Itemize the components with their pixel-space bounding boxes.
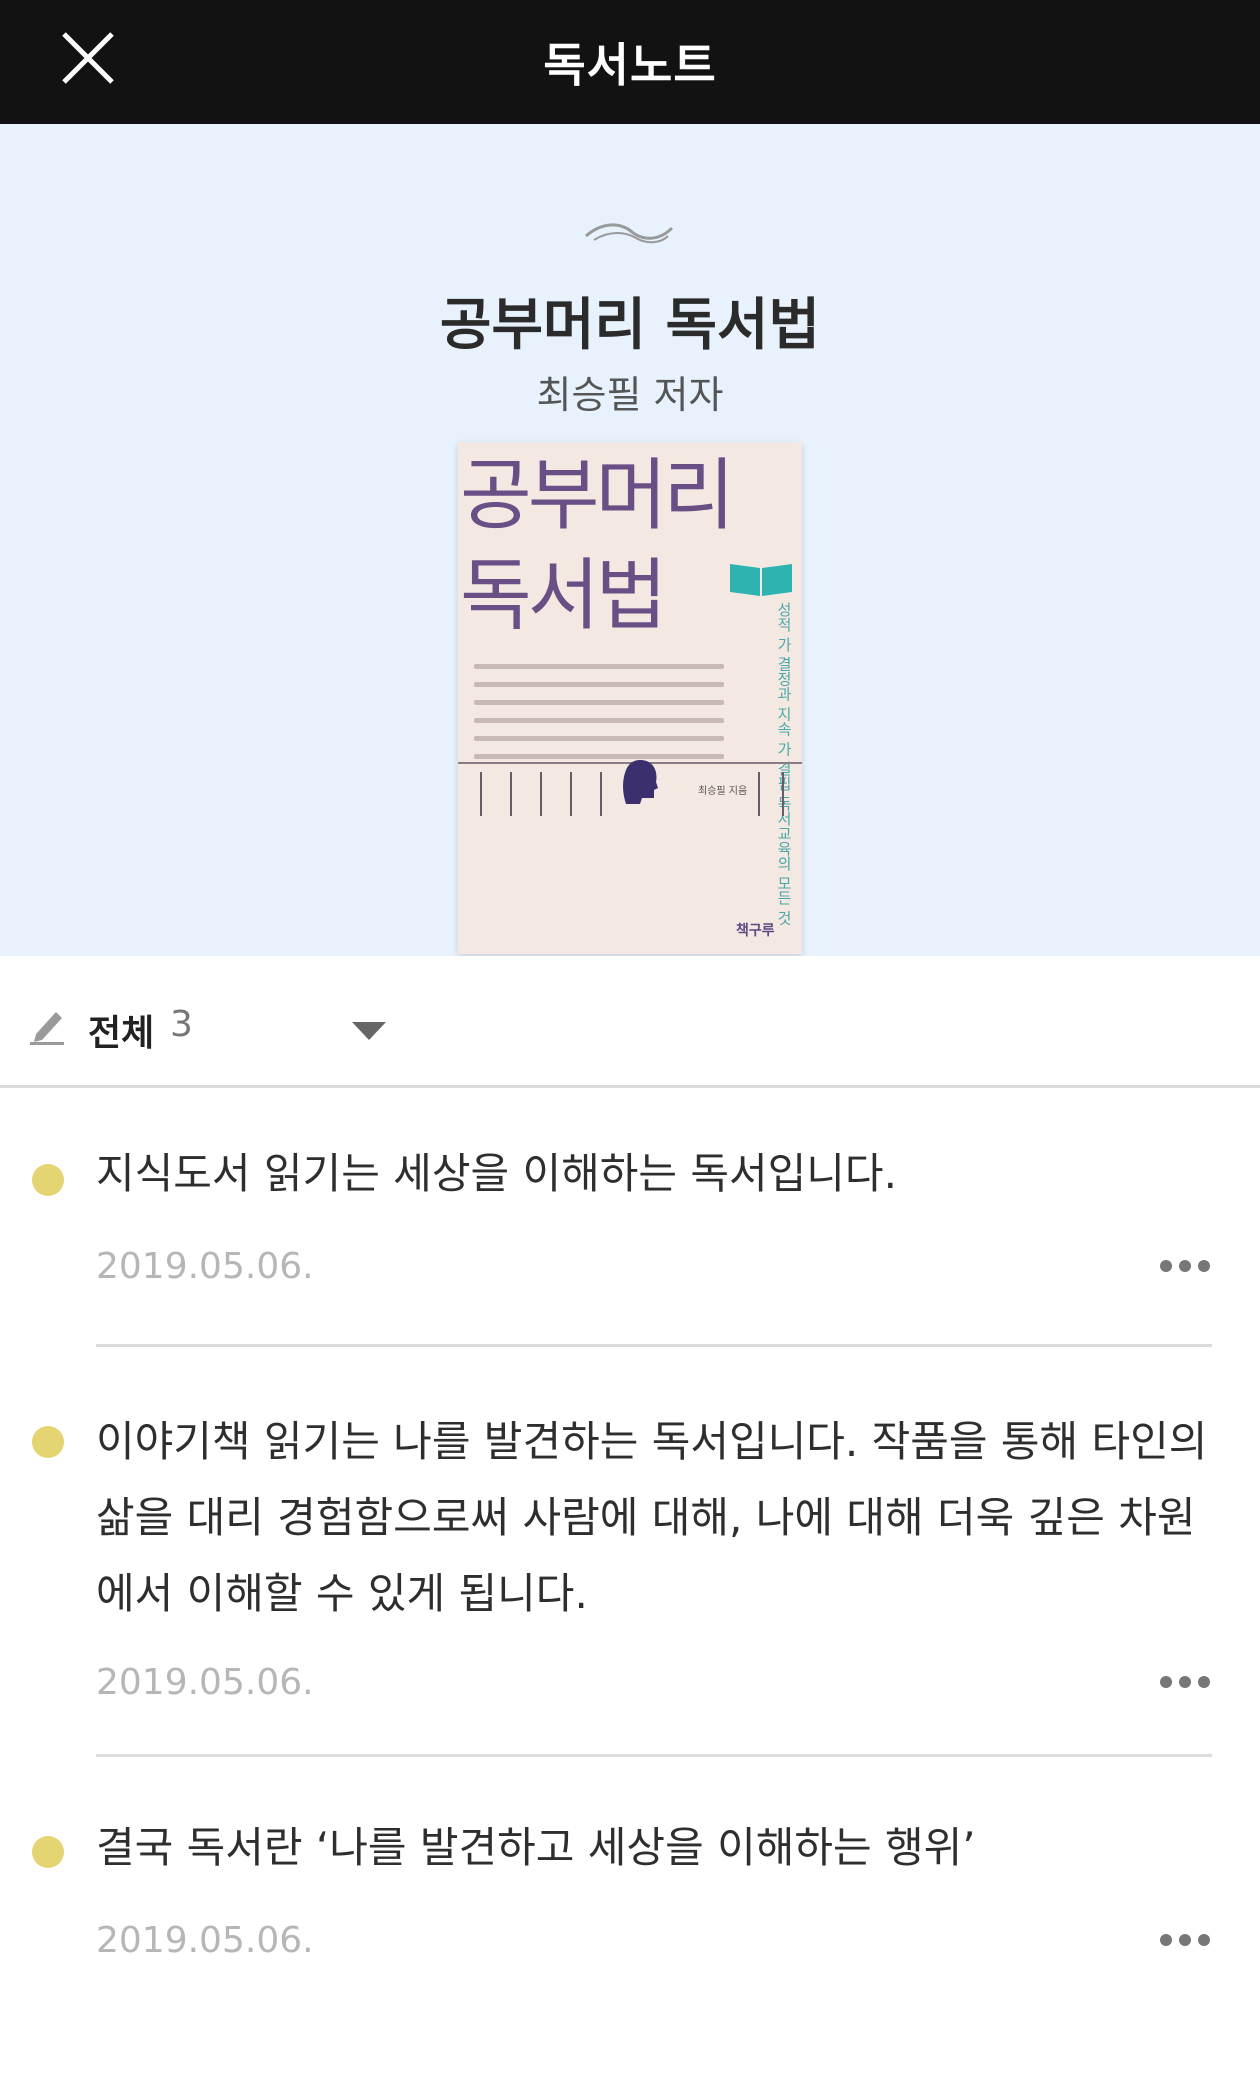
cover-publisher: 책구루 — [736, 923, 775, 939]
more-options-icon[interactable] — [1160, 1676, 1210, 1688]
note-bullet — [32, 1164, 64, 1196]
top-bar: 독서노트 — [0, 0, 1260, 124]
filter-count: 3 — [170, 1004, 193, 1045]
book-title: 공부머리 독서법 — [439, 293, 821, 358]
chevron-down-icon[interactable] — [352, 1022, 386, 1040]
cover-tick — [510, 772, 512, 816]
cover-blurb — [474, 664, 724, 772]
cover-title-line2: 독서법 — [460, 551, 667, 641]
cover-tick — [758, 772, 760, 816]
ornament-icon — [585, 223, 674, 244]
filter-label[interactable]: 전체 — [88, 1004, 154, 1056]
note-text: 지식도서 읽기는 세상을 이해하는 독서입니다. — [96, 1149, 897, 1198]
cover-tick — [540, 772, 542, 816]
close-button[interactable] — [52, 22, 124, 94]
head-silhouette-icon — [623, 760, 658, 804]
note-date: 2019.05.06. — [96, 1662, 314, 1703]
cover-tick — [600, 772, 602, 816]
cover-title: 공부머리 독서법 — [460, 446, 735, 646]
note-text: 결국 독서란 ‘나를 발견하고 세상을 이해하는 행위’ — [96, 1823, 976, 1872]
note-date: 2019.05.06. — [96, 1246, 314, 1287]
book-header: 공부머리 독서법 최승필 저자 공부머리 독서법 성적 가 결정과 지속 가 결… — [0, 124, 1260, 956]
note-bullet — [32, 1836, 64, 1868]
cover-tick — [782, 772, 784, 816]
book-author: 최승필 저자 — [536, 373, 724, 417]
note-date: 2019.05.06. — [96, 1920, 314, 1961]
cover-title-line1: 공부머리 — [460, 451, 735, 541]
pencil-icon — [30, 1012, 64, 1045]
cover-tick — [570, 772, 572, 816]
more-options-icon[interactable] — [1160, 1260, 1210, 1272]
page-title: 독서노트 — [543, 38, 717, 92]
note-divider — [96, 1344, 1212, 1347]
note-bullet — [32, 1426, 64, 1458]
cover-tick — [480, 772, 482, 816]
filter-bar: 전체 3 — [0, 956, 1260, 1088]
open-book-icon — [730, 564, 792, 596]
note-text: 이야기책 읽기는 나를 발견하는 독서입니다. 작품을 통해 타인의 삶을 대리… — [96, 1417, 1208, 1618]
more-options-icon[interactable] — [1160, 1934, 1210, 1946]
note-divider — [96, 1754, 1212, 1757]
cover-author: 최승필 지음 — [698, 786, 748, 797]
book-cover: 공부머리 독서법 성적 가 결정과 지속 가 결핍 독서교육의 모든 것 최승필… — [458, 442, 802, 954]
close-icon — [62, 32, 114, 84]
